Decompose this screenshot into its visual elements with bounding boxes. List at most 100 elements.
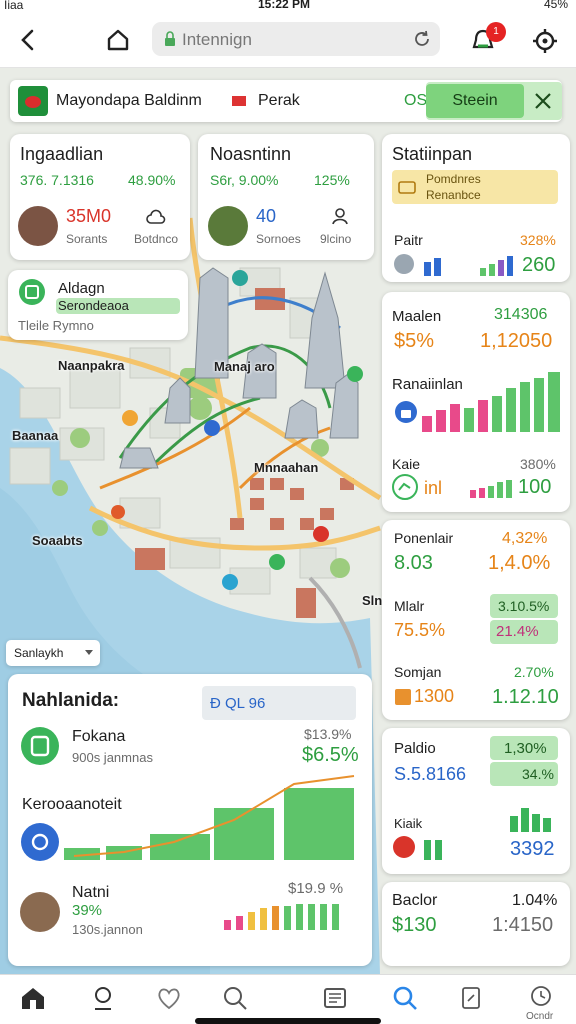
- steein-button[interactable]: Steein: [426, 84, 524, 118]
- gear-icon[interactable]: [530, 26, 560, 56]
- highlight-text: Pomdnres: [426, 172, 481, 186]
- url-text: Intennign: [182, 30, 252, 49]
- row-top: $13.9%: [304, 726, 352, 742]
- row-value: 34.%: [522, 766, 554, 782]
- mini-chart: [394, 254, 441, 276]
- status-bar: Iiaa 15:22 PM 45%: [0, 0, 576, 14]
- row-title: Fokana: [72, 728, 126, 745]
- highlight-text: Renanbce: [426, 188, 481, 202]
- box-icon: [395, 689, 411, 705]
- map-label: Mnnaahan: [254, 460, 319, 475]
- row-value: 1:4150: [492, 914, 554, 936]
- card-title: Aldagn: [58, 280, 105, 297]
- search-active-icon[interactable]: [390, 983, 420, 1013]
- back-icon[interactable]: [14, 26, 42, 54]
- mini-chart: [393, 836, 442, 860]
- heart-icon[interactable]: [154, 983, 184, 1013]
- card-title: Ingaadlian: [20, 144, 104, 164]
- row-label: Paldio: [394, 740, 436, 757]
- row-pct: 2.70%: [514, 664, 554, 680]
- close-icon[interactable]: [532, 90, 554, 112]
- dropdown-label: Sanlaykh: [14, 646, 64, 660]
- card-stat: 48.90%: [128, 172, 176, 188]
- row-sub: 900s janmnas: [72, 750, 153, 765]
- chevron-down-icon: [85, 650, 93, 655]
- layer-dropdown[interactable]: Sanlaykh: [6, 640, 100, 666]
- side-card[interactable]: Baclor 1.04% $130 1:4150: [382, 882, 570, 966]
- row-value: 75.5%: [394, 620, 446, 640]
- row-value: 3392: [510, 838, 555, 860]
- profile-icon[interactable]: [88, 983, 118, 1013]
- row-value: 8.03: [394, 552, 433, 574]
- card-sub: Tleile Rymno: [18, 318, 94, 333]
- mini-bar-chart: [224, 904, 339, 930]
- side-card[interactable]: Statiinpan Pomdnres Renanbce Paitr 328% …: [382, 134, 570, 282]
- home-icon[interactable]: [104, 26, 132, 54]
- bottom-navigation: Ocndr: [0, 974, 576, 1024]
- row-pct: 1.04%: [512, 892, 558, 909]
- row-pct: 380%: [520, 456, 556, 472]
- flag-icon: [232, 96, 246, 106]
- avatar: [208, 206, 248, 246]
- card-highlight: Serondeaoa: [58, 298, 129, 313]
- briefcase-icon: [398, 181, 416, 194]
- row-sub: 130s.jannon: [72, 922, 143, 937]
- info-card[interactable]: Aldagn Serondeaoa Tleile Rymno: [8, 270, 188, 340]
- lock-circle-icon: [395, 401, 417, 423]
- row-label: Baclor: [392, 892, 438, 909]
- battery-level: 45%: [543, 0, 568, 11]
- stat-card[interactable]: Noasntinn S6r, 9.00% 125% 40 Sornoes 9lc…: [198, 134, 374, 260]
- map-label: Soaabts: [32, 533, 83, 548]
- side-card[interactable]: Paldio 1,30% S.5.8166 34.% Kiaik 3392: [382, 728, 570, 874]
- clock-icon[interactable]: [526, 983, 556, 1013]
- news-icon[interactable]: [320, 983, 350, 1013]
- row-value: 100: [518, 476, 552, 498]
- row-value: $5%: [394, 330, 435, 352]
- map-label: Manaj aro: [214, 359, 275, 374]
- notification-badge: 1: [486, 22, 506, 42]
- avatar: [18, 206, 58, 246]
- reload-icon[interactable]: [412, 29, 432, 49]
- lock-icon: [165, 31, 175, 46]
- search-icon[interactable]: [220, 983, 250, 1013]
- card-sub: Sornoes: [256, 232, 301, 246]
- banner-action: Steein: [426, 82, 562, 120]
- row-value: $130: [392, 914, 437, 936]
- banner-code: OS: [404, 92, 428, 109]
- row-value: 3.10.5%: [498, 598, 550, 614]
- row-label: Somjan: [394, 664, 442, 680]
- card-stat: S6r, 9.00%: [210, 172, 279, 188]
- banner-flag-label: Perak: [258, 92, 300, 109]
- home-indicator: [195, 1018, 381, 1024]
- summary-panel: Nahlanida: Ð QL 96 Fokana 900s janmnas $…: [8, 674, 372, 966]
- avatar: [20, 892, 60, 932]
- mini-chart: [480, 256, 513, 276]
- row-value: 1,12050: [480, 330, 553, 352]
- card-value: 40: [256, 206, 277, 226]
- side-card[interactable]: Maalen 314306 $5% 1,12050 Ranaiinlan Kai…: [382, 292, 570, 512]
- row-title: Natni: [72, 884, 110, 901]
- row-value: $19.9 %: [288, 880, 344, 897]
- row-label: Kaie: [392, 456, 421, 472]
- card-stat: 376. 7.1316: [20, 172, 94, 188]
- edit-icon[interactable]: [456, 983, 486, 1013]
- row-value: 1.12.10: [492, 686, 559, 708]
- row-label: Paitr: [394, 232, 423, 248]
- clock: 15:22 PM: [258, 0, 311, 11]
- row-value: 314306: [494, 306, 548, 323]
- mini-chart: [470, 480, 512, 498]
- map-label: Baanaa: [12, 428, 59, 443]
- row-pct: 328%: [520, 232, 556, 248]
- location-banner[interactable]: Mayondapa Baldinm Perak OS Steein: [10, 80, 562, 122]
- home-icon[interactable]: [18, 983, 48, 1013]
- bar-chart: [422, 372, 560, 432]
- row-value: 1,30%: [504, 740, 547, 757]
- row-pct: 4,32%: [502, 530, 548, 547]
- address-bar[interactable]: Intennign: [152, 22, 440, 56]
- row-value: 1,4.0%: [488, 552, 551, 574]
- side-card[interactable]: Ponenlair 4,32% 8.03 1,4.0% Mlalr 3.10.5…: [382, 520, 570, 720]
- row-value: 21.4%: [496, 623, 539, 640]
- stat-card[interactable]: Ingaadlian 376. 7.1316 48.90% 35M0 Soran…: [10, 134, 190, 260]
- person-icon: [332, 208, 348, 225]
- bike-icon: [392, 474, 418, 500]
